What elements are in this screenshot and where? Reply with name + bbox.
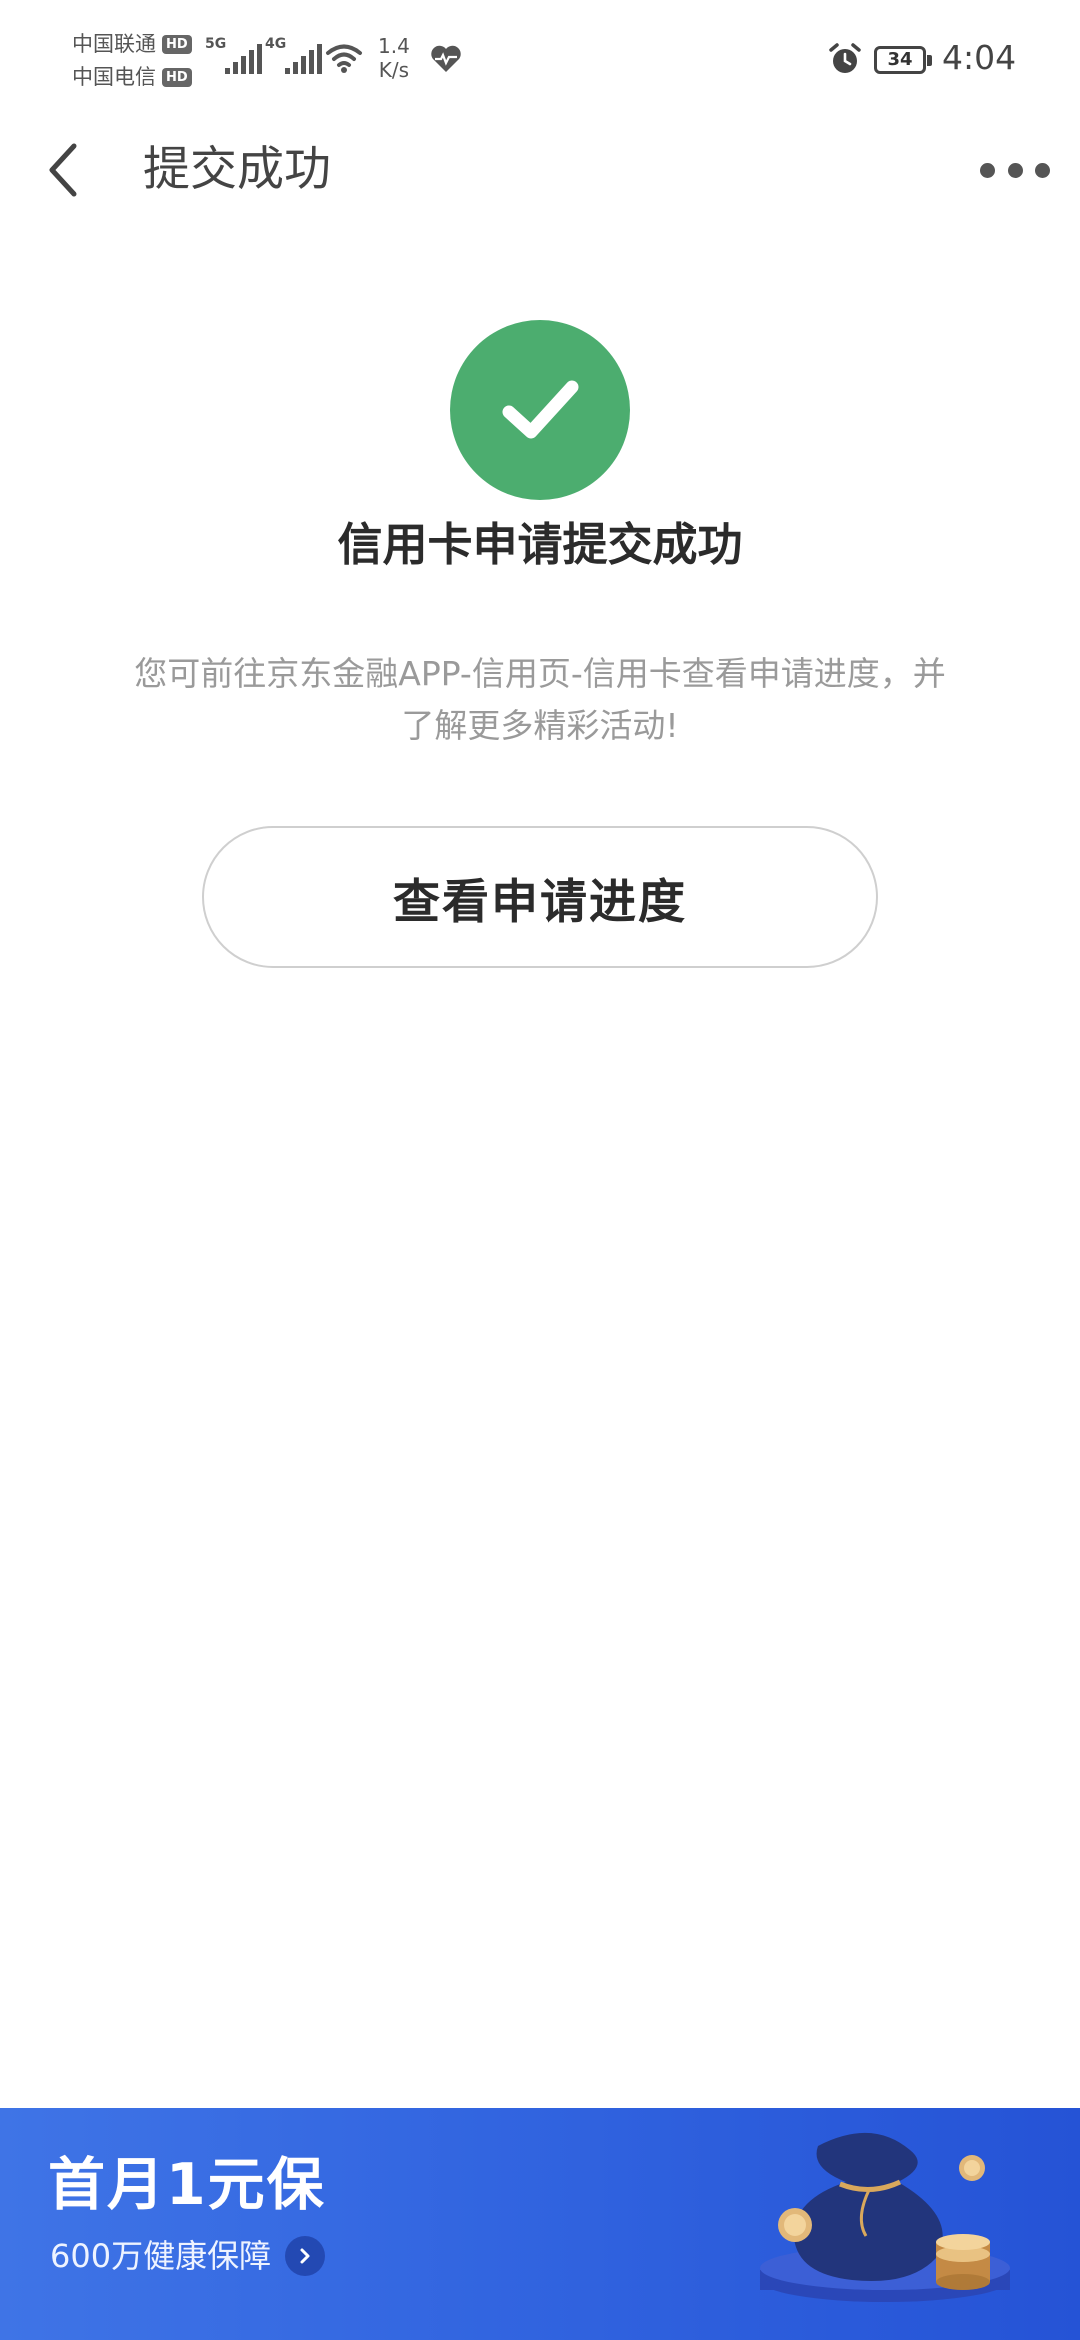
checkmark-icon (502, 380, 579, 439)
heart-rate-icon (431, 45, 461, 72)
success-description-line: 您可前往京东金融APP-信用页-信用卡查看申请进度，并 (134, 654, 946, 693)
network-speed-unit: K/s (378, 58, 410, 82)
carrier-info: 中国联通 HD 中国电信 HD (72, 28, 192, 94)
hd-badge: HD (162, 35, 192, 54)
promo-subtitle-row: 600万健康保障 (50, 2234, 326, 2278)
signal-strength-icon: 5G (205, 36, 262, 74)
money-bag-icon (760, 2132, 1010, 2302)
carrier-name-2: 中国电信 (72, 65, 156, 89)
chevron-right-icon (285, 2236, 326, 2276)
battery-icon: 34 (874, 46, 932, 74)
success-description: 您可前往京东金融APP-信用页-信用卡查看申请进度，并 了解更多精彩活动! (110, 648, 970, 752)
carrier-row-2: 中国电信 HD (72, 61, 192, 94)
more-options-button[interactable] (980, 152, 1050, 188)
nav-bar: 提交成功 (0, 120, 1080, 220)
page-title: 提交成功 (143, 142, 331, 197)
signal-strength-icon: 4G (265, 36, 322, 74)
more-dot-icon (1035, 162, 1050, 178)
carrier-name-1: 中国联通 (72, 32, 156, 56)
status-bar: 中国联通 HD 中国电信 HD 5G 4G 1.4 K/s 34 4:04 (0, 0, 1080, 120)
wifi-icon (326, 44, 362, 73)
hd-badge: HD (162, 68, 192, 87)
success-check-icon (450, 320, 630, 500)
network-type-label: 5G (205, 36, 227, 52)
chevron-left-icon (49, 143, 77, 197)
battery-level: 34 (887, 49, 913, 70)
success-description-line: 了解更多精彩活动! (401, 706, 679, 745)
success-title: 信用卡申请提交成功 (337, 518, 743, 571)
more-dot-icon (980, 162, 995, 178)
network-type-label: 4G (265, 36, 287, 52)
alarm-icon (829, 43, 861, 73)
back-button[interactable] (38, 140, 98, 200)
carrier-row-1: 中国联通 HD (72, 28, 192, 61)
more-dot-icon (1007, 162, 1023, 178)
view-progress-button[interactable]: 查看申请进度 (202, 826, 878, 968)
network-speed: 1.4 K/s (378, 34, 410, 82)
clock: 4:04 (942, 38, 1017, 77)
promo-banner[interactable]: 首月1元保 600万健康保障 (0, 2108, 1080, 2340)
network-speed-value: 1.4 (378, 34, 410, 58)
promo-title: 首月1元保 (48, 2152, 326, 2218)
promo-subtitle: 600万健康保障 (50, 2237, 272, 2275)
